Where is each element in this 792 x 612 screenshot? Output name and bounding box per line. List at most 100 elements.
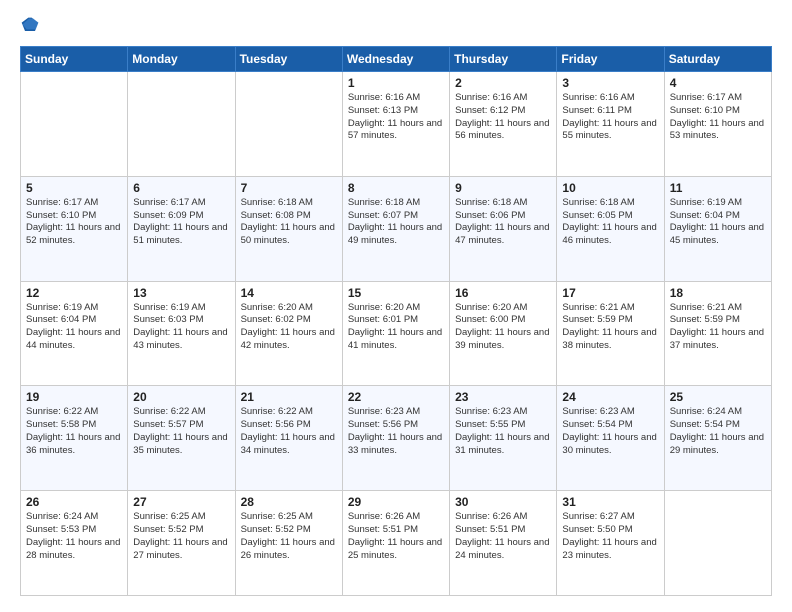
day-number: 2 xyxy=(455,76,551,90)
calendar: SundayMondayTuesdayWednesdayThursdayFrid… xyxy=(20,46,772,596)
day-number: 4 xyxy=(670,76,766,90)
day-info: Sunrise: 6:16 AM Sunset: 6:13 PM Dayligh… xyxy=(348,92,444,143)
week-row-4: 19Sunrise: 6:22 AM Sunset: 5:58 PM Dayli… xyxy=(21,386,772,491)
day-info: Sunrise: 6:17 AM Sunset: 6:10 PM Dayligh… xyxy=(670,92,766,143)
weekday-header-sunday: Sunday xyxy=(21,47,128,72)
weekday-header-saturday: Saturday xyxy=(664,47,771,72)
day-cell: 30 Sunrise: 6:26 AM Sunset: 5:51 PM Dayli… xyxy=(450,491,557,596)
day-cell: 10 Sunrise: 6:18 AM Sunset: 6:05 PM Dayli… xyxy=(557,176,664,281)
day-info: Sunrise: 6:26 AM Sunset: 5:51 PM Dayligh… xyxy=(455,511,551,562)
day-number: 26 xyxy=(26,495,122,509)
day-number: 30 xyxy=(455,495,551,509)
day-number: 9 xyxy=(455,181,551,195)
day-number: 7 xyxy=(241,181,337,195)
day-info: Sunrise: 6:27 AM Sunset: 5:50 PM Dayligh… xyxy=(562,511,658,562)
day-cell: 14Sunrise: 6:20 AM Sunset: 6:02 PM Dayli… xyxy=(235,281,342,386)
day-info: Sunrise: 6:26 AM Sunset: 5:51 PM Dayligh… xyxy=(348,511,444,562)
day-number: 10 xyxy=(562,181,658,195)
day-info: Sunrise: 6:17 AM Sunset: 6:10 PM Dayligh… xyxy=(26,197,122,248)
day-cell: 17 Sunrise: 6:21 AM Sunset: 5:59 PM Dayli… xyxy=(557,281,664,386)
day-number: 29 xyxy=(348,495,444,509)
day-number: 16 xyxy=(455,286,551,300)
day-info: Sunrise: 6:18 AM Sunset: 6:06 PM Dayligh… xyxy=(455,197,551,248)
day-cell xyxy=(664,491,771,596)
day-number: 5 xyxy=(26,181,122,195)
day-info: Sunrise: 6:21 AM Sunset: 5:59 PM Dayligh… xyxy=(670,302,766,353)
day-number: 20 xyxy=(133,390,229,404)
day-number: 14 xyxy=(241,286,337,300)
day-number: 15 xyxy=(348,286,444,300)
day-info: Sunrise: 6:16 AM Sunset: 6:12 PM Dayligh… xyxy=(455,92,551,143)
weekday-header-wednesday: Wednesday xyxy=(342,47,449,72)
day-number: 21 xyxy=(241,390,337,404)
day-cell xyxy=(235,72,342,177)
day-info: Sunrise: 6:19 AM Sunset: 6:03 PM Dayligh… xyxy=(133,302,229,353)
day-cell: 20Sunrise: 6:22 AM Sunset: 5:57 PM Dayli… xyxy=(128,386,235,491)
header xyxy=(20,16,772,36)
day-info: Sunrise: 6:25 AM Sunset: 5:52 PM Dayligh… xyxy=(133,511,229,562)
day-number: 13 xyxy=(133,286,229,300)
weekday-header-tuesday: Tuesday xyxy=(235,47,342,72)
weekday-header-thursday: Thursday xyxy=(450,47,557,72)
day-number: 25 xyxy=(670,390,766,404)
day-number: 6 xyxy=(133,181,229,195)
day-cell: 29 Sunrise: 6:26 AM Sunset: 5:51 PM Dayli… xyxy=(342,491,449,596)
week-row-5: 26Sunrise: 6:24 AM Sunset: 5:53 PM Dayli… xyxy=(21,491,772,596)
day-cell xyxy=(128,72,235,177)
day-number: 12 xyxy=(26,286,122,300)
weekday-header-friday: Friday xyxy=(557,47,664,72)
day-cell: 5 Sunrise: 6:17 AM Sunset: 6:10 PM Daylig… xyxy=(21,176,128,281)
day-cell: 22Sunrise: 6:23 AM Sunset: 5:56 PM Dayli… xyxy=(342,386,449,491)
day-info: Sunrise: 6:17 AM Sunset: 6:09 PM Dayligh… xyxy=(133,197,229,248)
day-cell: 18 Sunrise: 6:21 AM Sunset: 5:59 PM Dayli… xyxy=(664,281,771,386)
day-info: Sunrise: 6:24 AM Sunset: 5:54 PM Dayligh… xyxy=(670,406,766,457)
day-info: Sunrise: 6:18 AM Sunset: 6:08 PM Dayligh… xyxy=(241,197,337,248)
day-info: Sunrise: 6:20 AM Sunset: 6:00 PM Dayligh… xyxy=(455,302,551,353)
day-number: 3 xyxy=(562,76,658,90)
day-cell: 26Sunrise: 6:24 AM Sunset: 5:53 PM Dayli… xyxy=(21,491,128,596)
day-info: Sunrise: 6:21 AM Sunset: 5:59 PM Dayligh… xyxy=(562,302,658,353)
day-info: Sunrise: 6:18 AM Sunset: 6:07 PM Dayligh… xyxy=(348,197,444,248)
day-info: Sunrise: 6:23 AM Sunset: 5:54 PM Dayligh… xyxy=(562,406,658,457)
week-row-2: 5 Sunrise: 6:17 AM Sunset: 6:10 PM Daylig… xyxy=(21,176,772,281)
day-cell: 6 Sunrise: 6:17 AM Sunset: 6:09 PM Daylig… xyxy=(128,176,235,281)
day-number: 24 xyxy=(562,390,658,404)
day-info: Sunrise: 6:25 AM Sunset: 5:52 PM Dayligh… xyxy=(241,511,337,562)
day-number: 19 xyxy=(26,390,122,404)
day-info: Sunrise: 6:16 AM Sunset: 6:11 PM Dayligh… xyxy=(562,92,658,143)
day-cell: 11 Sunrise: 6:19 AM Sunset: 6:04 PM Dayli… xyxy=(664,176,771,281)
day-number: 23 xyxy=(455,390,551,404)
day-number: 17 xyxy=(562,286,658,300)
day-cell: 13 Sunrise: 6:19 AM Sunset: 6:03 PM Dayli… xyxy=(128,281,235,386)
day-cell: 7 Sunrise: 6:18 AM Sunset: 6:08 PM Daylig… xyxy=(235,176,342,281)
day-info: Sunrise: 6:18 AM Sunset: 6:05 PM Dayligh… xyxy=(562,197,658,248)
day-number: 18 xyxy=(670,286,766,300)
day-cell: 15 Sunrise: 6:20 AM Sunset: 6:01 PM Dayli… xyxy=(342,281,449,386)
day-info: Sunrise: 6:23 AM Sunset: 5:56 PM Dayligh… xyxy=(348,406,444,457)
day-number: 11 xyxy=(670,181,766,195)
logo-icon xyxy=(20,16,40,36)
weekday-header-monday: Monday xyxy=(128,47,235,72)
day-cell: 19Sunrise: 6:22 AM Sunset: 5:58 PM Dayli… xyxy=(21,386,128,491)
day-cell: 9 Sunrise: 6:18 AM Sunset: 6:06 PM Daylig… xyxy=(450,176,557,281)
logo xyxy=(20,16,44,36)
day-cell: 21 Sunrise: 6:22 AM Sunset: 5:56 PM Dayli… xyxy=(235,386,342,491)
day-cell: 4 Sunrise: 6:17 AM Sunset: 6:10 PM Daylig… xyxy=(664,72,771,177)
weekday-header-row: SundayMondayTuesdayWednesdayThursdayFrid… xyxy=(21,47,772,72)
day-cell: 12 Sunrise: 6:19 AM Sunset: 6:04 PM Dayli… xyxy=(21,281,128,386)
day-number: 27 xyxy=(133,495,229,509)
day-number: 28 xyxy=(241,495,337,509)
day-cell: 27 Sunrise: 6:25 AM Sunset: 5:52 PM Dayli… xyxy=(128,491,235,596)
day-cell: 23 Sunrise: 6:23 AM Sunset: 5:55 PM Dayli… xyxy=(450,386,557,491)
week-row-3: 12 Sunrise: 6:19 AM Sunset: 6:04 PM Dayli… xyxy=(21,281,772,386)
day-info: Sunrise: 6:22 AM Sunset: 5:56 PM Dayligh… xyxy=(241,406,337,457)
day-info: Sunrise: 6:19 AM Sunset: 6:04 PM Dayligh… xyxy=(26,302,122,353)
day-cell: 28 Sunrise: 6:25 AM Sunset: 5:52 PM Dayli… xyxy=(235,491,342,596)
day-info: Sunrise: 6:20 AM Sunset: 6:01 PM Dayligh… xyxy=(348,302,444,353)
day-cell: 16 Sunrise: 6:20 AM Sunset: 6:00 PM Dayli… xyxy=(450,281,557,386)
day-cell: 1 Sunrise: 6:16 AM Sunset: 6:13 PM Daylig… xyxy=(342,72,449,177)
day-number: 31 xyxy=(562,495,658,509)
day-info: Sunrise: 6:19 AM Sunset: 6:04 PM Dayligh… xyxy=(670,197,766,248)
day-number: 1 xyxy=(348,76,444,90)
day-info: Sunrise: 6:23 AM Sunset: 5:55 PM Dayligh… xyxy=(455,406,551,457)
